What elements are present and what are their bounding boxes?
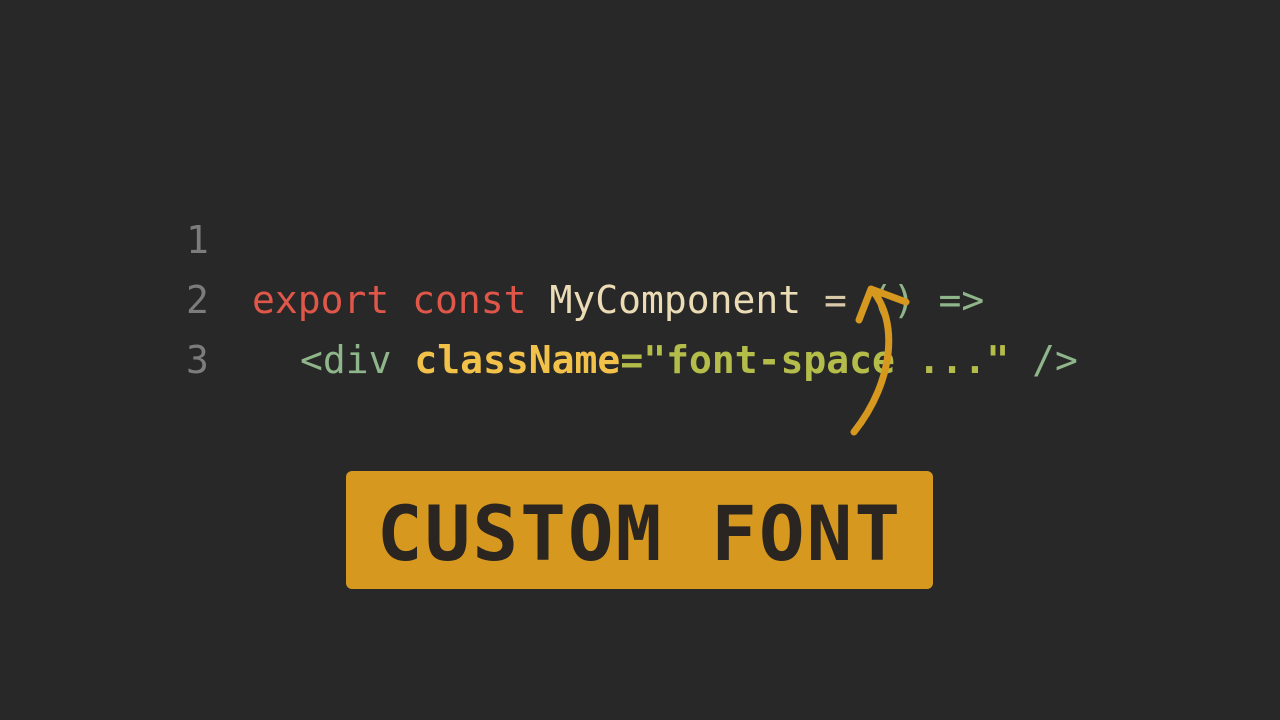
- custom-font-badge: CUSTOM FONT: [346, 471, 933, 589]
- jsx-attribute-value: ="font-space ...": [620, 338, 1010, 382]
- code-block: 1 export const MyComponent = () => 2 <di…: [0, 150, 1280, 382]
- jsx-attribute-name: className: [414, 338, 621, 382]
- line-number: 3: [186, 338, 209, 382]
- badge-label: CUSTOM FONT: [376, 489, 903, 578]
- code-line-1: 1 export const MyComponent = () =>: [0, 150, 1280, 322]
- jsx-tag-close: />: [1032, 338, 1078, 382]
- code-line-3: 3: [0, 270, 1280, 382]
- jsx-tag-open: <div: [300, 338, 392, 382]
- line-source: <div className="font-space ..." />: [300, 330, 1078, 390]
- code-line-2: 2 <div className="font-space ..." />: [0, 210, 1280, 382]
- code-slide: 1 export const MyComponent = () => 2 <di…: [0, 0, 1280, 720]
